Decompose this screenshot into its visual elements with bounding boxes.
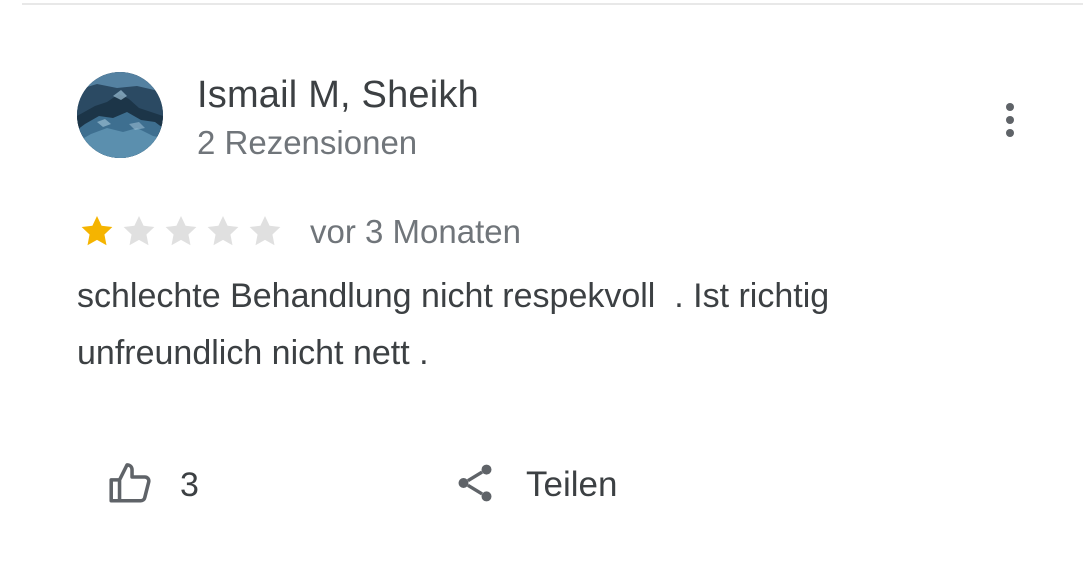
more-vert-icon-dot: [1006, 116, 1014, 124]
share-label: Teilen: [526, 465, 618, 504]
star-icon: [204, 212, 242, 250]
author-review-count[interactable]: 2 Rezensionen: [197, 124, 417, 162]
more-vert-icon-dot: [1006, 103, 1014, 111]
share-button[interactable]: Teilen: [452, 455, 617, 515]
author-name[interactable]: Ismail M, Sheikh: [197, 74, 479, 117]
share-icon: [452, 460, 498, 511]
more-options-button[interactable]: [990, 96, 1030, 144]
like-button[interactable]: 3: [106, 455, 199, 515]
author-avatar[interactable]: [77, 72, 163, 158]
review-text: schlechte Behandlung nicht respekvoll . …: [77, 277, 830, 372]
star-icon: [120, 212, 158, 250]
review-date: vor 3 Monaten: [310, 213, 521, 250]
more-vert-icon-dot: [1006, 129, 1014, 137]
thumbs-up-icon: [106, 458, 156, 513]
star-rating: [78, 212, 284, 250]
avatar-photo-icon: [77, 72, 163, 158]
like-count: 3: [180, 465, 199, 504]
top-divider: [22, 3, 1083, 5]
star-icon: [78, 212, 116, 250]
star-icon: [162, 212, 200, 250]
star-icon: [246, 212, 284, 250]
